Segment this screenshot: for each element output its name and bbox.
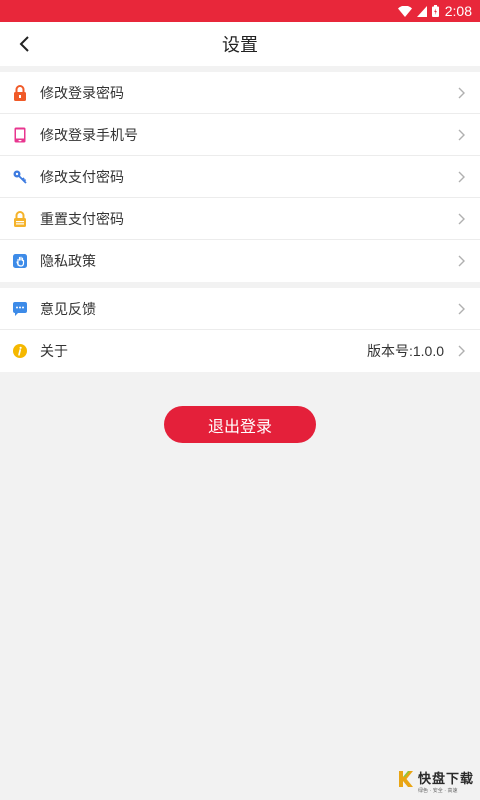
settings-group-misc: 意见反馈 关于 版本号:1.0.0 bbox=[0, 288, 480, 372]
phone-icon bbox=[13, 127, 27, 143]
chevron-right-icon bbox=[456, 128, 466, 142]
status-time: 2:08 bbox=[444, 3, 472, 19]
row-label: 关于 bbox=[40, 344, 68, 360]
row-change-login-password[interactable]: 修改登录密码 bbox=[0, 72, 480, 114]
chevron-right-icon bbox=[456, 344, 466, 358]
info-icon bbox=[13, 343, 27, 359]
row-label: 修改登录密码 bbox=[40, 85, 124, 102]
row-label: 意见反馈 bbox=[40, 301, 96, 318]
watermark-logo-icon bbox=[397, 770, 415, 792]
row-feedback[interactable]: 意见反馈 bbox=[0, 288, 480, 330]
row-change-login-phone[interactable]: 修改登录手机号 bbox=[0, 114, 480, 156]
row-label: 修改支付密码 bbox=[40, 169, 124, 186]
back-button[interactable] bbox=[10, 30, 38, 58]
chat-icon bbox=[13, 301, 27, 317]
row-reset-pay-password[interactable]: 重置支付密码 bbox=[0, 198, 480, 240]
status-bar: 2:08 bbox=[0, 0, 480, 22]
chevron-right-icon bbox=[456, 302, 466, 316]
row-label: 修改登录手机号 bbox=[40, 127, 138, 144]
chevron-right-icon bbox=[456, 170, 466, 184]
logout-wrap: 退出登录 bbox=[0, 406, 480, 443]
logout-button[interactable]: 退出登录 bbox=[164, 406, 316, 443]
chevron-right-icon bbox=[456, 86, 466, 100]
hand-icon bbox=[13, 253, 27, 269]
signal-icon bbox=[416, 5, 427, 17]
key-icon bbox=[13, 169, 27, 185]
watermark-text: 快盘下载 bbox=[417, 772, 474, 787]
row-label: 重置支付密码 bbox=[40, 211, 124, 228]
watermark: 快盘下载 绿色 · 安全 · 高速 bbox=[397, 768, 474, 794]
watermark-subtext: 绿色 · 安全 · 高速 bbox=[417, 788, 458, 794]
version-value: 版本号:1.0.0 bbox=[366, 343, 444, 359]
page-title: 设置 bbox=[222, 35, 258, 56]
chevron-right-icon bbox=[456, 254, 466, 268]
lock-icon bbox=[13, 210, 27, 227]
header: 设置 bbox=[0, 22, 480, 66]
chevron-left-icon bbox=[19, 36, 29, 52]
row-label: 隐私政策 bbox=[40, 254, 96, 270]
battery-icon bbox=[431, 5, 439, 17]
row-change-pay-password[interactable]: 修改支付密码 bbox=[0, 156, 480, 198]
wifi-icon bbox=[397, 5, 412, 17]
row-privacy-policy[interactable]: 隐私政策 bbox=[0, 240, 480, 282]
chevron-right-icon bbox=[456, 212, 466, 226]
row-about[interactable]: 关于 版本号:1.0.0 bbox=[0, 330, 480, 372]
lock-icon bbox=[13, 84, 27, 101]
settings-group-account: 修改登录密码 修改登录手机号 修改支付密码 重置支付密码 隐私政策 bbox=[0, 72, 480, 282]
